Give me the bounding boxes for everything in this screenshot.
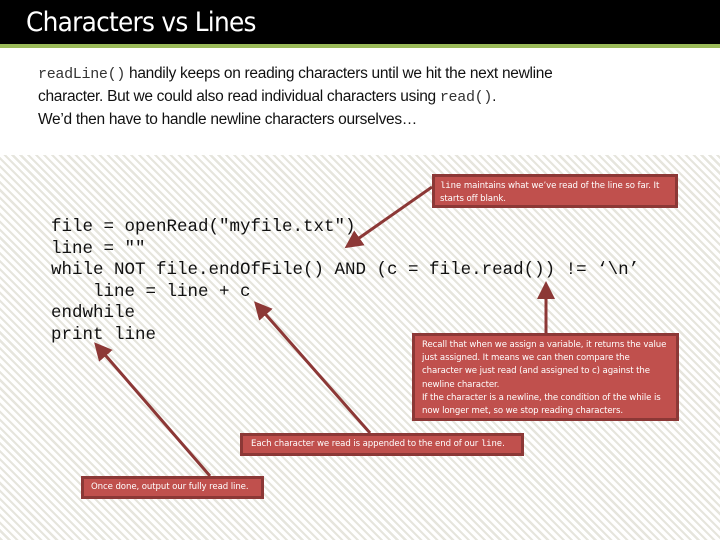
code-line: endwhile [51, 303, 136, 324]
code-line: file = openRead("myfile.txt") [51, 217, 356, 237]
code-line: line = line + c [51, 281, 251, 302]
intro-text-1: handily keeps on reading characters unti… [125, 65, 553, 82]
intro-text-3: We’d then have to handle newline charact… [38, 111, 417, 128]
callout-output: Once done, output our fully read line. [81, 476, 264, 499]
title-bar: Characters vs Lines [0, 0, 720, 44]
callout-text: Once done, output our fully read line. [91, 482, 249, 492]
callout-append: Each character we read is appended to th… [240, 433, 524, 456]
title-accent-rule [0, 44, 720, 48]
intro-paragraph: readLine() handily keeps on reading char… [38, 63, 678, 131]
intro-code-readline: readLine() [38, 66, 126, 83]
callout-line-variable: line maintains what we’ve read of the li… [432, 174, 678, 208]
callout-assignment-return: Recall that when we assign a variable, i… [412, 333, 679, 421]
intro-text-2-end: . [492, 88, 497, 105]
slide-title: Characters vs Lines [26, 7, 256, 38]
callout-text-end: . [502, 439, 505, 449]
code-block: file = openRead("myfile.txt") line = "" wh… [51, 217, 639, 347]
callout-text: Each character we read is appended to th… [251, 439, 481, 449]
callout-code-line: line [480, 439, 503, 449]
code-line: line = "" [51, 238, 146, 259]
code-line: while NOT file.endOfFile() AND (c = file… [51, 260, 640, 281]
intro-code-read: read() [439, 89, 493, 106]
callout-text: maintains what we’ve read of the line so… [440, 181, 660, 205]
callout-code-line: line [440, 181, 462, 191]
intro-text-2: character. But we could also read indivi… [38, 88, 440, 105]
callout-paragraph: Recall that when we assign a variable, i… [422, 340, 667, 390]
callout-paragraph: If the character is a newline, the condi… [422, 392, 661, 417]
